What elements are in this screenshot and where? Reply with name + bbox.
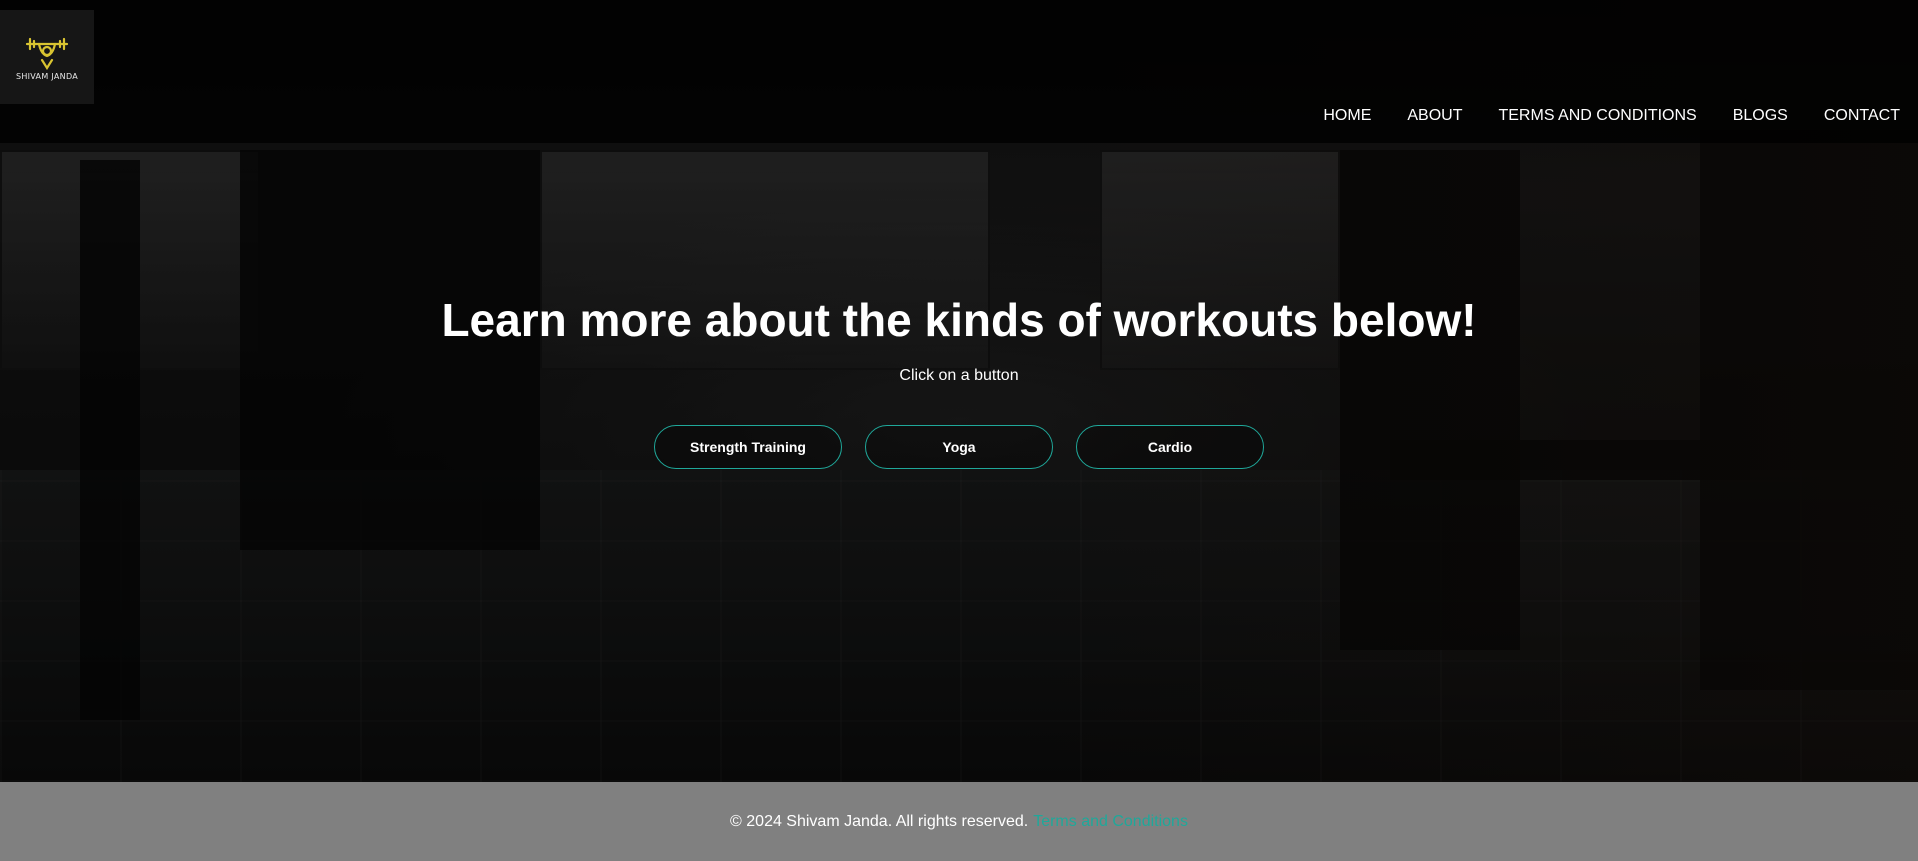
brand-name: SHIVAM JANDA — [15, 71, 79, 81]
nav-terms-link[interactable]: TERMS AND CONDITIONS — [1480, 106, 1714, 126]
main-nav: HOME ABOUT TERMS AND CONDITIONS BLOGS CO… — [1305, 106, 1918, 126]
weightlifter-icon — [25, 37, 69, 70]
footer-terms-link[interactable]: Terms and Conditions — [1033, 813, 1188, 831]
hero-subtitle: Click on a button — [899, 367, 1019, 384]
nav-about-link[interactable]: ABOUT — [1389, 106, 1480, 126]
strength-training-button[interactable]: Strength Training — [654, 425, 842, 469]
cardio-button[interactable]: Cardio — [1076, 425, 1264, 469]
nav-contact-link[interactable]: CONTACT — [1806, 106, 1918, 126]
copyright-text: © 2024 Shivam Janda. All rights reserved… — [730, 812, 1029, 830]
nav-blogs-link[interactable]: BLOGS — [1715, 106, 1806, 126]
nav-home-link[interactable]: HOME — [1305, 106, 1389, 126]
workout-button-group: Strength Training Yoga Cardio — [0, 425, 1918, 469]
hero-title: Learn more about the kinds of workouts b… — [441, 294, 1477, 346]
site-header: SHIVAM JANDA HOME ABOUT TERMS AND CONDIT… — [0, 0, 1918, 143]
brand-logo[interactable]: SHIVAM JANDA — [0, 10, 94, 104]
yoga-button[interactable]: Yoga — [865, 425, 1053, 469]
site-footer: © 2024 Shivam Janda. All rights reserved… — [0, 782, 1918, 861]
